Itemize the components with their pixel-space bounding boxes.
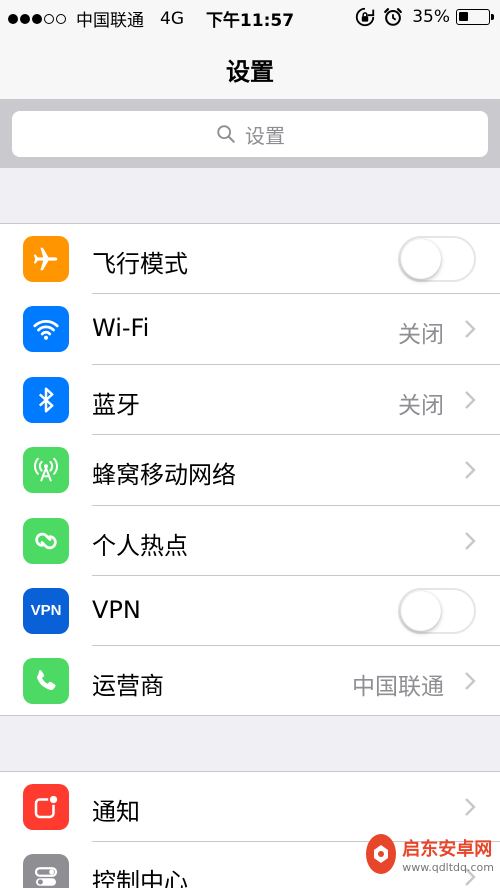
- search-placeholder: 设置: [245, 123, 285, 148]
- settings-row-wifi[interactable]: Wi-Fi 关闭: [0, 294, 500, 365]
- watermark-title: 启东安卓网: [402, 838, 493, 860]
- settings-row-carrier[interactable]: 运营商 中国联通: [0, 646, 500, 716]
- settings-row-bluetooth[interactable]: 蓝牙 关闭: [0, 365, 500, 436]
- settings-row-label: 个人热点: [92, 531, 188, 560]
- status-right: 35%: [348, 6, 494, 28]
- watermark-logo-icon: [366, 834, 397, 874]
- settings-row-airplane-mode[interactable]: 飞行模式: [0, 224, 500, 295]
- phone-icon: [23, 658, 69, 705]
- settings-row-label: 蓝牙: [92, 390, 140, 419]
- hotspot-icon: [23, 517, 69, 564]
- settings-row-label: 通知: [92, 798, 140, 826]
- cellular-icon: [23, 447, 69, 494]
- control-center-icon: [23, 854, 69, 888]
- rotation-lock-icon: [356, 7, 375, 27]
- vpn-toggle[interactable]: [398, 587, 476, 634]
- settings-row-label: Wi-Fi: [92, 314, 150, 343]
- settings-row-value: 关闭: [398, 322, 444, 349]
- settings-row-label: VPN: [92, 595, 141, 624]
- airplane-icon: [23, 236, 69, 282]
- settings-row-personal-hotspot[interactable]: 个人热点: [0, 506, 500, 576]
- chevron-right-icon: [465, 320, 476, 339]
- settings-row-label: 运营商: [92, 672, 164, 701]
- settings-group-connectivity: 飞行模式 Wi-Fi 关闭 蓝牙 关闭 蜂窝移动网络 个人热点 VPN VPN …: [0, 223, 500, 716]
- chevron-right-icon: [465, 461, 476, 480]
- settings-row-label: 控制中心: [92, 868, 188, 888]
- chevron-right-icon: [465, 798, 476, 816]
- settings-row-label: 飞行模式: [92, 250, 188, 278]
- notifications-icon: [23, 784, 69, 830]
- chevron-right-icon: [465, 672, 476, 691]
- chevron-right-icon: [465, 390, 476, 409]
- battery-icon: [456, 9, 494, 25]
- settings-row-cellular[interactable]: 蜂窝移动网络: [0, 435, 500, 506]
- wifi-icon: [23, 306, 69, 353]
- settings-row-vpn[interactable]: VPN VPN: [0, 576, 500, 647]
- vpn-icon: VPN: [23, 587, 69, 634]
- settings-row-label: 蜂窝移动网络: [92, 461, 236, 490]
- search-icon: [217, 125, 235, 143]
- watermark: 启东安卓网 www.qdltdq.com: [366, 826, 494, 882]
- navigation-bar: 设置: [0, 34, 500, 100]
- chevron-right-icon: [465, 531, 476, 550]
- settings-row-value: 中国联通: [352, 674, 444, 701]
- watermark-url: www.qdltdq.com: [402, 860, 494, 874]
- battery-percent: 35%: [412, 7, 450, 27]
- status-bar: 中国联通 4G 下午11:57 35%: [0, 0, 500, 34]
- search-area: 设置: [0, 100, 500, 168]
- vpn-icon-text: VPN: [30, 602, 62, 620]
- search-input[interactable]: 设置: [12, 111, 488, 157]
- settings-row-value: 关闭: [398, 392, 444, 419]
- airplane-mode-toggle[interactable]: [398, 236, 476, 282]
- page-title: 设置: [226, 58, 274, 86]
- alarm-icon: [384, 8, 403, 26]
- bluetooth-icon: [23, 376, 69, 423]
